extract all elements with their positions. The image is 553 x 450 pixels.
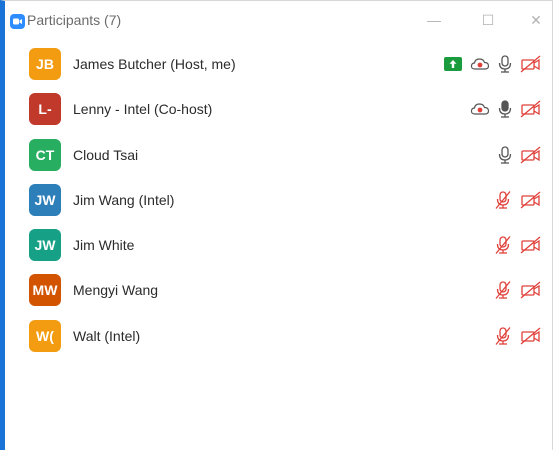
avatar: CT	[29, 138, 61, 171]
participant-status-icons	[444, 53, 542, 75]
participant-name: Walt (Intel)	[73, 327, 141, 344]
participant-row[interactable]: L- Lenny - Intel (Co-host)	[5, 87, 552, 132]
video-off-icon[interactable]	[520, 191, 542, 209]
cloud-record-icon	[470, 58, 490, 70]
mic-muted-icon[interactable]	[494, 235, 512, 255]
screen-share-icon	[444, 57, 462, 71]
participant-name: Cloud Tsai	[73, 146, 139, 163]
participant-row[interactable]: JW Jim Wang (Intel)	[5, 178, 552, 223]
avatar: L-	[29, 93, 61, 126]
participant-row[interactable]: JB James Butcher (Host, me)	[5, 42, 552, 87]
participant-status-icons	[470, 98, 542, 120]
mic-muted-icon[interactable]	[494, 190, 512, 210]
title-bar[interactable]: Participants (7) — ☐ ✕	[5, 1, 552, 41]
mic-icon[interactable]	[498, 145, 512, 165]
minimize-button[interactable]: —	[425, 11, 443, 29]
participant-name: Lenny - Intel (Co-host)	[73, 101, 213, 118]
mic-muted-icon[interactable]	[494, 280, 512, 300]
participant-name: Jim White	[73, 237, 135, 254]
participant-list: JB James Butcher (Host, me) L- Lenny - Int…	[5, 42, 552, 359]
avatar: W(	[29, 319, 61, 352]
avatar: JW	[29, 229, 61, 262]
video-off-icon[interactable]	[520, 100, 542, 118]
avatar: MW	[29, 274, 61, 307]
video-off-icon[interactable]	[520, 236, 542, 254]
maximize-button[interactable]: ☐	[479, 11, 497, 29]
video-off-icon[interactable]	[520, 55, 542, 73]
window-title: Participants (7)	[27, 12, 122, 28]
participant-status-icons	[494, 189, 542, 211]
participant-row[interactable]: W( Walt (Intel)	[5, 314, 552, 359]
participant-row[interactable]: JW Jim White	[5, 223, 552, 268]
participant-name: Mengyi Wang	[73, 282, 159, 299]
avatar: JW	[29, 183, 61, 216]
video-off-icon[interactable]	[520, 281, 542, 299]
participant-status-icons	[494, 234, 542, 256]
mic-icon[interactable]	[498, 54, 512, 74]
participant-status-icons	[494, 325, 542, 347]
participants-window: Participants (7) — ☐ ✕ JB James Butcher (…	[0, 0, 553, 450]
participant-row[interactable]: MW Mengyi Wang	[5, 268, 552, 313]
avatar: JB	[29, 48, 61, 80]
participant-name: Jim Wang (Intel)	[73, 191, 175, 208]
video-off-icon[interactable]	[520, 146, 542, 164]
participant-status-icons	[494, 279, 542, 301]
zoom-app-icon	[10, 14, 25, 29]
participant-status-icons	[498, 144, 542, 166]
mic-speaking-icon[interactable]	[498, 99, 512, 119]
mic-muted-icon[interactable]	[494, 326, 512, 346]
cloud-record-icon	[470, 103, 490, 115]
participant-row[interactable]: CT Cloud Tsai	[5, 133, 552, 178]
video-off-icon[interactable]	[520, 327, 542, 345]
close-button[interactable]: ✕	[527, 11, 545, 29]
participant-name: James Butcher (Host, me)	[73, 56, 236, 72]
